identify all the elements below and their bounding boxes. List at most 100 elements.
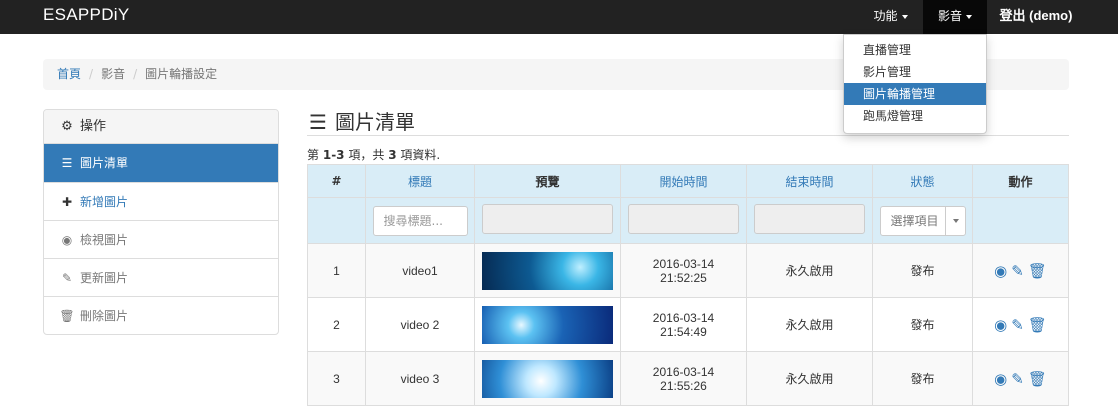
filter-cell-end: [746, 197, 873, 244]
filter-cell-start: [620, 197, 747, 244]
row-number: 1: [307, 243, 366, 298]
title-search-input[interactable]: 搜尋標題...: [372, 205, 468, 236]
edit-pencil-icon[interactable]: ✎: [1011, 263, 1024, 280]
breadcrumb-home[interactable]: 首頁: [57, 67, 81, 81]
top-navbar: ESAPPDiY 功能 影音 登出 (demo): [0, 0, 1118, 34]
start-time-filter-input[interactable]: [628, 204, 739, 234]
dropdown-item-video[interactable]: 影片管理: [844, 61, 986, 83]
nav-function-menu[interactable]: 功能: [858, 0, 923, 34]
column-header-end-time[interactable]: 結束時間: [746, 164, 873, 198]
filter-cell-status: 選擇項目: [872, 197, 973, 244]
nav-function-label: 功能: [873, 9, 898, 23]
start-clock: 21:54:49: [660, 324, 707, 339]
sidebar-item-label: 更新圖片: [80, 271, 129, 285]
filter-cell-title: 搜尋標題...: [365, 197, 475, 244]
row-status: 發布: [872, 351, 973, 406]
sidebar-item-delete-image[interactable]: 🗑 刪除圖片: [44, 296, 278, 334]
image-list-table: # 標題 預覽 開始時間 結束時間 狀態 動作 搜尋標題... 選擇項目 1 v…: [307, 164, 1069, 406]
row-number: 2: [307, 297, 366, 352]
filter-cell-actions: [972, 197, 1069, 244]
preview-thumbnail: [482, 305, 613, 344]
row-end-time: 永久啟用: [746, 351, 873, 406]
start-date: 2016-03-14: [652, 310, 715, 325]
view-eye-icon[interactable]: ◉: [994, 371, 1007, 388]
row-title: video 2: [365, 297, 475, 352]
sidebar-item-add-image[interactable]: ✚ 新增圖片: [44, 182, 278, 220]
breadcrumb-separator: /: [133, 67, 138, 81]
list-icon: ☰: [309, 110, 327, 134]
column-header-number: #: [307, 164, 366, 198]
row-title: video 3: [365, 351, 475, 406]
pencil-icon: ✎: [61, 271, 73, 285]
logout-link[interactable]: 登出 (demo): [987, 0, 1085, 34]
row-actions: ◉ ✎ 🗑: [972, 351, 1069, 406]
filter-cell-preview: [474, 197, 621, 244]
row-title: video1: [365, 243, 475, 298]
dropdown-item-carousel[interactable]: 圖片輪播管理: [844, 83, 986, 105]
nav-media-label: 影音: [937, 9, 962, 23]
row-status: 發布: [872, 297, 973, 352]
preview-filter-disabled: [482, 204, 613, 234]
filter-cell-empty: [307, 197, 366, 244]
breadcrumb-section: 影音: [101, 67, 126, 81]
dropdown-item-live[interactable]: 直播管理: [844, 39, 986, 61]
row-end-time: 永久啟用: [746, 243, 873, 298]
page-title-text: 圖片清單: [335, 110, 415, 134]
edit-pencil-icon[interactable]: ✎: [1011, 371, 1024, 388]
summary-range: 1-3: [322, 148, 345, 162]
sidebar-item-label: 新增圖片: [80, 195, 129, 209]
breadcrumb-separator: /: [89, 67, 94, 81]
delete-trash-icon[interactable]: 🗑: [1028, 317, 1047, 334]
column-header-start-time[interactable]: 開始時間: [620, 164, 747, 198]
caret-down-icon: [901, 14, 908, 19]
eye-icon: ◉: [61, 233, 73, 247]
start-date: 2016-03-14: [652, 256, 715, 271]
trash-icon: 🗑: [59, 309, 75, 323]
status-filter-select[interactable]: 選擇項目: [879, 205, 966, 236]
list-icon: ☰: [61, 156, 73, 170]
row-start-time: 2016-03-14 21:55:26: [620, 351, 747, 406]
sidebar-header-label: 操作: [80, 119, 107, 134]
start-date: 2016-03-14: [652, 364, 715, 379]
preview-thumbnail: [482, 359, 613, 398]
end-time-filter-input[interactable]: [754, 204, 865, 234]
chevron-down-icon: [944, 206, 965, 235]
start-clock: 21:52:25: [660, 270, 707, 285]
sidebar-item-label: 刪除圖片: [80, 309, 129, 323]
summary-suffix: 項資料.: [400, 148, 441, 162]
sidebar-item-update-image[interactable]: ✎ 更新圖片: [44, 258, 278, 296]
table-row: 1 video1 2016-03-14 21:52:25 永久啟用 發布 ◉ ✎ 🗑: [307, 243, 1069, 298]
sidebar-item-label: 圖片清單: [80, 156, 129, 170]
delete-trash-icon[interactable]: 🗑: [1028, 371, 1047, 388]
status-filter-placeholder: 選擇項目: [890, 213, 939, 228]
column-header-status[interactable]: 狀態: [872, 164, 973, 198]
view-eye-icon[interactable]: ◉: [994, 263, 1007, 280]
delete-trash-icon[interactable]: 🗑: [1028, 263, 1047, 280]
sidebar-item-view-image[interactable]: ◉ 檢視圖片: [44, 220, 278, 258]
summary-total: 3: [388, 148, 397, 162]
plus-icon: ✚: [61, 195, 73, 209]
brand-logo[interactable]: ESAPPDiY: [43, 5, 130, 25]
row-preview: [474, 297, 621, 352]
view-eye-icon[interactable]: ◉: [994, 317, 1007, 334]
start-clock: 21:55:26: [660, 378, 707, 393]
caret-down-icon: [966, 14, 972, 19]
column-header-preview: 預覽: [474, 164, 621, 198]
sidebar-item-image-list[interactable]: ☰ 圖片清單: [44, 144, 278, 182]
sidebar-item-label: 檢視圖片: [80, 233, 129, 247]
edit-pencil-icon[interactable]: ✎: [1011, 317, 1024, 334]
dropdown-item-marquee[interactable]: 跑馬燈管理: [844, 105, 986, 127]
column-header-title[interactable]: 標題: [365, 164, 475, 198]
sidebar-header: ⚙ 操作: [44, 110, 278, 144]
actions-sidebar: ⚙ 操作 ☰ 圖片清單 ✚ 新增圖片 ◉ 檢視圖片 ✎ 更新圖片 🗑 刪除圖片: [43, 109, 279, 335]
row-end-time: 永久啟用: [746, 297, 873, 352]
nav-media-menu[interactable]: 影音: [923, 0, 987, 34]
row-status: 發布: [872, 243, 973, 298]
row-start-time: 2016-03-14 21:52:25: [620, 243, 747, 298]
result-summary: 第 1-3 項，共 3 項資料.: [307, 146, 440, 163]
table-row: 2 video 2 2016-03-14 21:54:49 永久啟用 發布 ◉ ✎ 🗑: [307, 297, 1069, 352]
column-header-actions: 動作: [972, 164, 1069, 198]
summary-prefix: 第: [307, 148, 320, 162]
row-actions: ◉ ✎ 🗑: [972, 243, 1069, 298]
row-number: 3: [307, 351, 366, 406]
